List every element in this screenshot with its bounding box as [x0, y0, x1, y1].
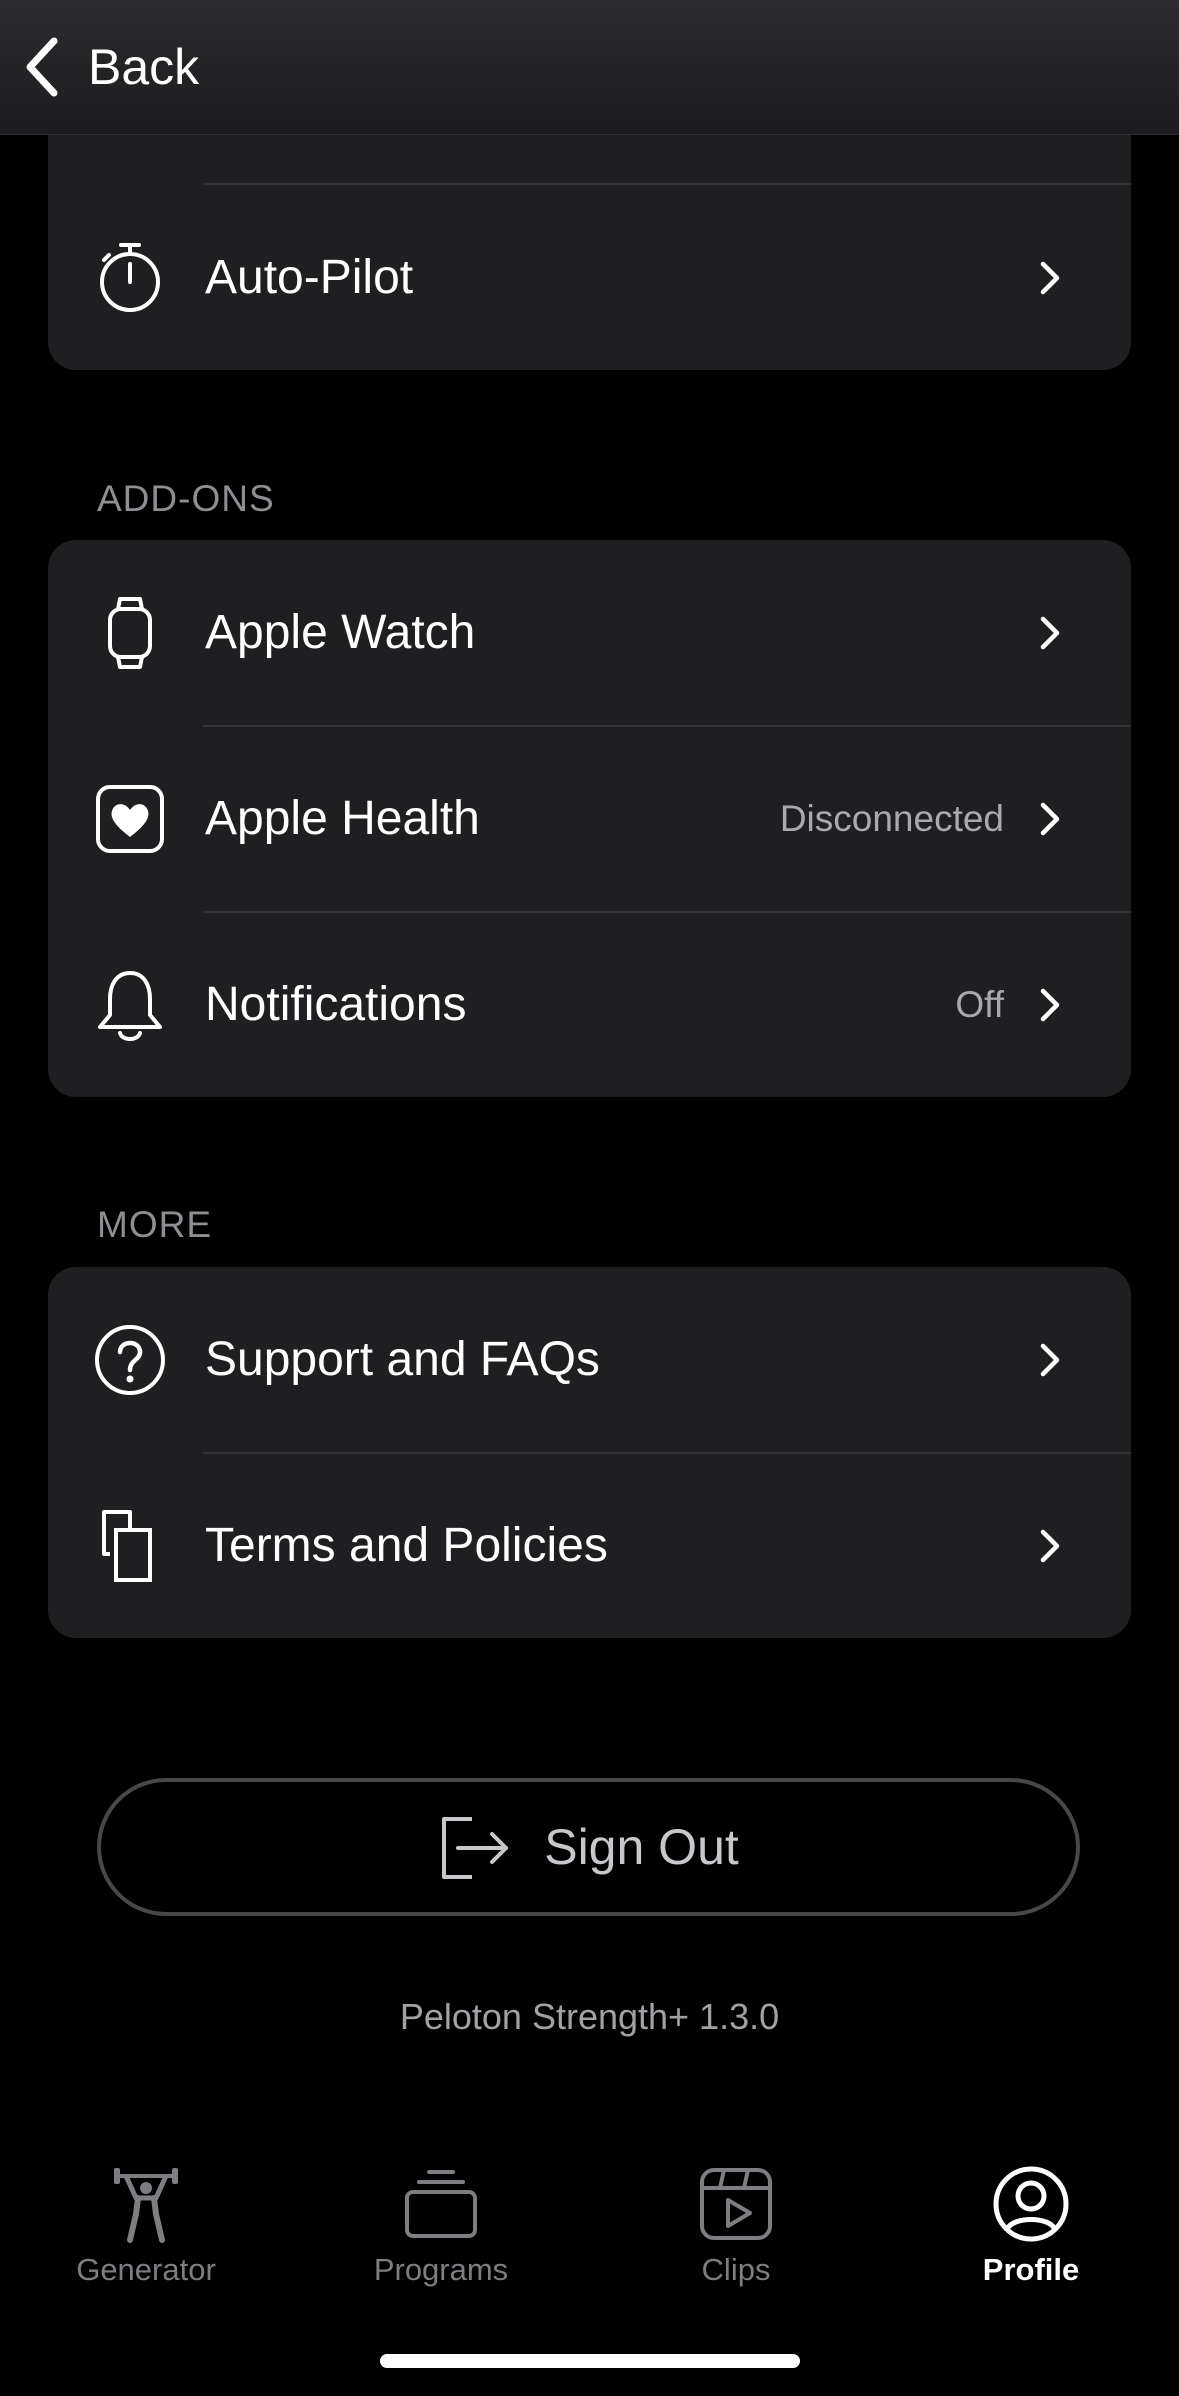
- row-label: Apple Health: [205, 792, 480, 845]
- tab-label: Clips: [701, 2252, 771, 2287]
- section-title-more: MORE: [97, 1204, 212, 1245]
- tab-label: Generator: [76, 2252, 216, 2287]
- tab-clips[interactable]: Clips: [616, 2150, 856, 2300]
- tab-programs[interactable]: Programs: [321, 2150, 561, 2300]
- back-button[interactable]: Back: [22, 30, 199, 104]
- sign-out-label: Sign Out: [544, 1819, 739, 1875]
- chevron-right-icon: [1040, 1343, 1060, 1376]
- weightlifter-icon: [114, 2168, 178, 2243]
- addons-card: Apple Watch Apple Health Disconnected No…: [48, 540, 1131, 1097]
- chevron-right-icon: [1040, 988, 1060, 1021]
- home-indicator: [380, 2354, 800, 2368]
- watch-icon: [94, 593, 166, 673]
- back-label: Back: [88, 39, 200, 95]
- chevron-right-icon: [1040, 802, 1060, 835]
- navigation-bar: Back: [0, 0, 1179, 135]
- terms-policies-row[interactable]: Terms and Policies: [48, 1453, 1131, 1638]
- row-label: Support and FAQs: [205, 1333, 600, 1386]
- question-icon: [94, 1320, 166, 1400]
- heart-icon: [94, 779, 166, 859]
- bell-icon: [94, 965, 166, 1045]
- stopwatch-icon: [94, 238, 166, 318]
- row-label: Terms and Policies: [205, 1519, 608, 1572]
- auto-pilot-row[interactable]: Auto-Pilot: [48, 185, 1131, 370]
- chevron-right-icon: [1040, 261, 1060, 294]
- tab-label: Profile: [982, 2252, 1080, 2287]
- notifications-row[interactable]: Notifications Off: [48, 912, 1131, 1097]
- row-label: Apple Watch: [205, 606, 476, 659]
- notifications-status: Off: [955, 983, 1004, 1025]
- profile-icon: [993, 2166, 1069, 2242]
- chevron-right-icon: [1040, 616, 1060, 649]
- tab-label: Programs: [373, 2252, 509, 2287]
- sign-out-icon: [442, 1817, 509, 1879]
- app-version: Peloton Strength+ 1.3.0: [399, 1996, 780, 2037]
- support-faqs-row[interactable]: Support and FAQs: [48, 1267, 1131, 1452]
- row-label: Auto-Pilot: [205, 251, 414, 304]
- sign-out-button[interactable]: Sign Out: [97, 1778, 1080, 1916]
- chevron-left-icon: [26, 37, 58, 97]
- stack-icon: [405, 2170, 477, 2238]
- section-title-addons: ADD-ONS: [97, 478, 275, 519]
- tab-profile[interactable]: Profile: [911, 2150, 1151, 2300]
- documents-icon: [94, 1506, 166, 1586]
- tab-bar: Generator Programs Clips Profile: [0, 2150, 1179, 2300]
- tab-generator[interactable]: Generator: [26, 2150, 266, 2300]
- row-label: Notifications: [205, 978, 467, 1031]
- clips-icon: [700, 2168, 772, 2240]
- chevron-right-icon: [1040, 1529, 1060, 1562]
- apple-health-row[interactable]: Apple Health Disconnected: [48, 726, 1131, 911]
- apple-health-status: Disconnected: [779, 797, 1004, 839]
- more-card: Support and FAQs Terms and Policies: [48, 1267, 1131, 1638]
- apple-watch-row[interactable]: Apple Watch: [48, 540, 1131, 725]
